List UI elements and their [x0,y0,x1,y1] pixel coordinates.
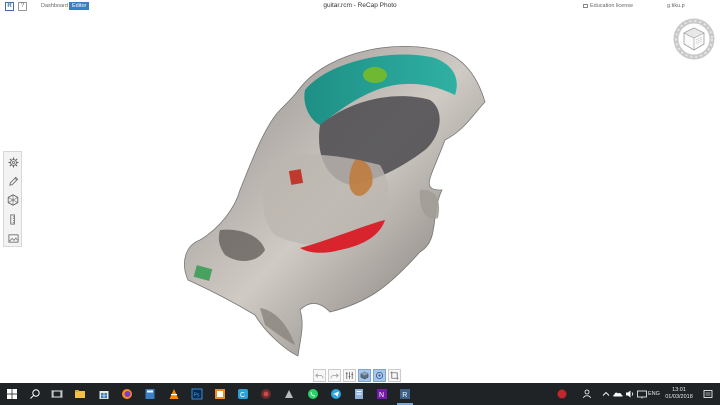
gray-app-icon[interactable] [283,388,295,400]
undo-button[interactable] [313,369,326,382]
crop-button[interactable] [388,369,401,382]
task-view-icon[interactable] [51,388,63,400]
image-icon [8,233,18,243]
top-bar: R ? Dashboard Editor guitar.rcm - ReCap … [0,0,720,12]
left-tool-palette [3,151,22,247]
svg-text:R: R [402,392,407,399]
onenote-icon[interactable]: N [376,388,388,400]
search-icon[interactable] [29,388,41,400]
clock-date: 01/03/2018 [665,394,693,400]
notification-app-icon[interactable] [556,388,568,400]
sliders-icon [345,371,354,380]
license-label: Education license [590,3,634,9]
clock-time: 13:01 [672,387,686,393]
mesh-tool-button[interactable] [5,192,21,208]
adjust-button[interactable] [343,369,356,382]
file-explorer-icon[interactable] [74,388,86,400]
svg-text:C: C [240,392,245,399]
recap-photo-window: R ? Dashboard Editor guitar.rcm - ReCap … [0,0,720,383]
license-icon [583,3,588,8]
export-tool-button[interactable] [5,230,21,246]
windows-taskbar: Ps C N R ENG 13:01 01/03/2018 [0,383,720,405]
action-center-icon[interactable] [702,388,714,400]
shaded-view-button[interactable] [358,369,371,382]
orange-app-icon[interactable] [214,388,226,400]
people-icon[interactable] [582,388,594,400]
settings-tool-button[interactable] [5,154,21,170]
svg-text:Ps: Ps [194,393,200,399]
svg-text:N: N [379,392,384,399]
crop-icon [390,371,399,380]
onedrive-icon[interactable] [612,388,624,400]
3d-model-viewport[interactable] [180,40,490,362]
orbit-button[interactable] [373,369,386,382]
hexagon-icon [7,194,19,206]
taskbar-clock[interactable]: 13:01 01/03/2018 [660,387,698,401]
dark-app-icon[interactable] [260,388,272,400]
redo-icon [330,373,339,379]
redo-button[interactable] [328,369,341,382]
windows-start-icon[interactable] [6,388,18,400]
edit-tool-button[interactable] [5,173,21,189]
bottom-toolbar [313,369,408,383]
chevron-up-icon[interactable] [600,388,612,400]
user-account[interactable]: g.tiku.p [667,2,685,10]
recap-icon[interactable]: R [399,388,411,400]
cube-icon [360,371,369,380]
license-indicator[interactable]: Education license [583,2,633,10]
gear-icon [7,156,19,168]
vlc-icon[interactable] [168,388,180,400]
pencil-icon [8,176,18,186]
firefox-icon[interactable] [121,388,133,400]
volume-icon[interactable] [624,388,636,400]
language-indicator[interactable]: ENG [648,391,660,398]
undo-icon [315,373,324,379]
telegram-icon[interactable] [330,388,342,400]
orbit-icon [375,371,384,380]
ccleaner-icon[interactable]: C [237,388,249,400]
network-icon[interactable] [636,388,648,400]
ruler-icon [9,214,15,224]
photoshop-icon[interactable]: Ps [191,388,203,400]
viewcube-icon[interactable] [670,17,718,61]
measure-tool-button[interactable] [5,211,21,227]
whatsapp-icon[interactable] [307,388,319,400]
store-icon[interactable] [98,388,110,400]
bluegray-app-icon[interactable] [353,388,365,400]
calculator-icon[interactable] [144,388,156,400]
